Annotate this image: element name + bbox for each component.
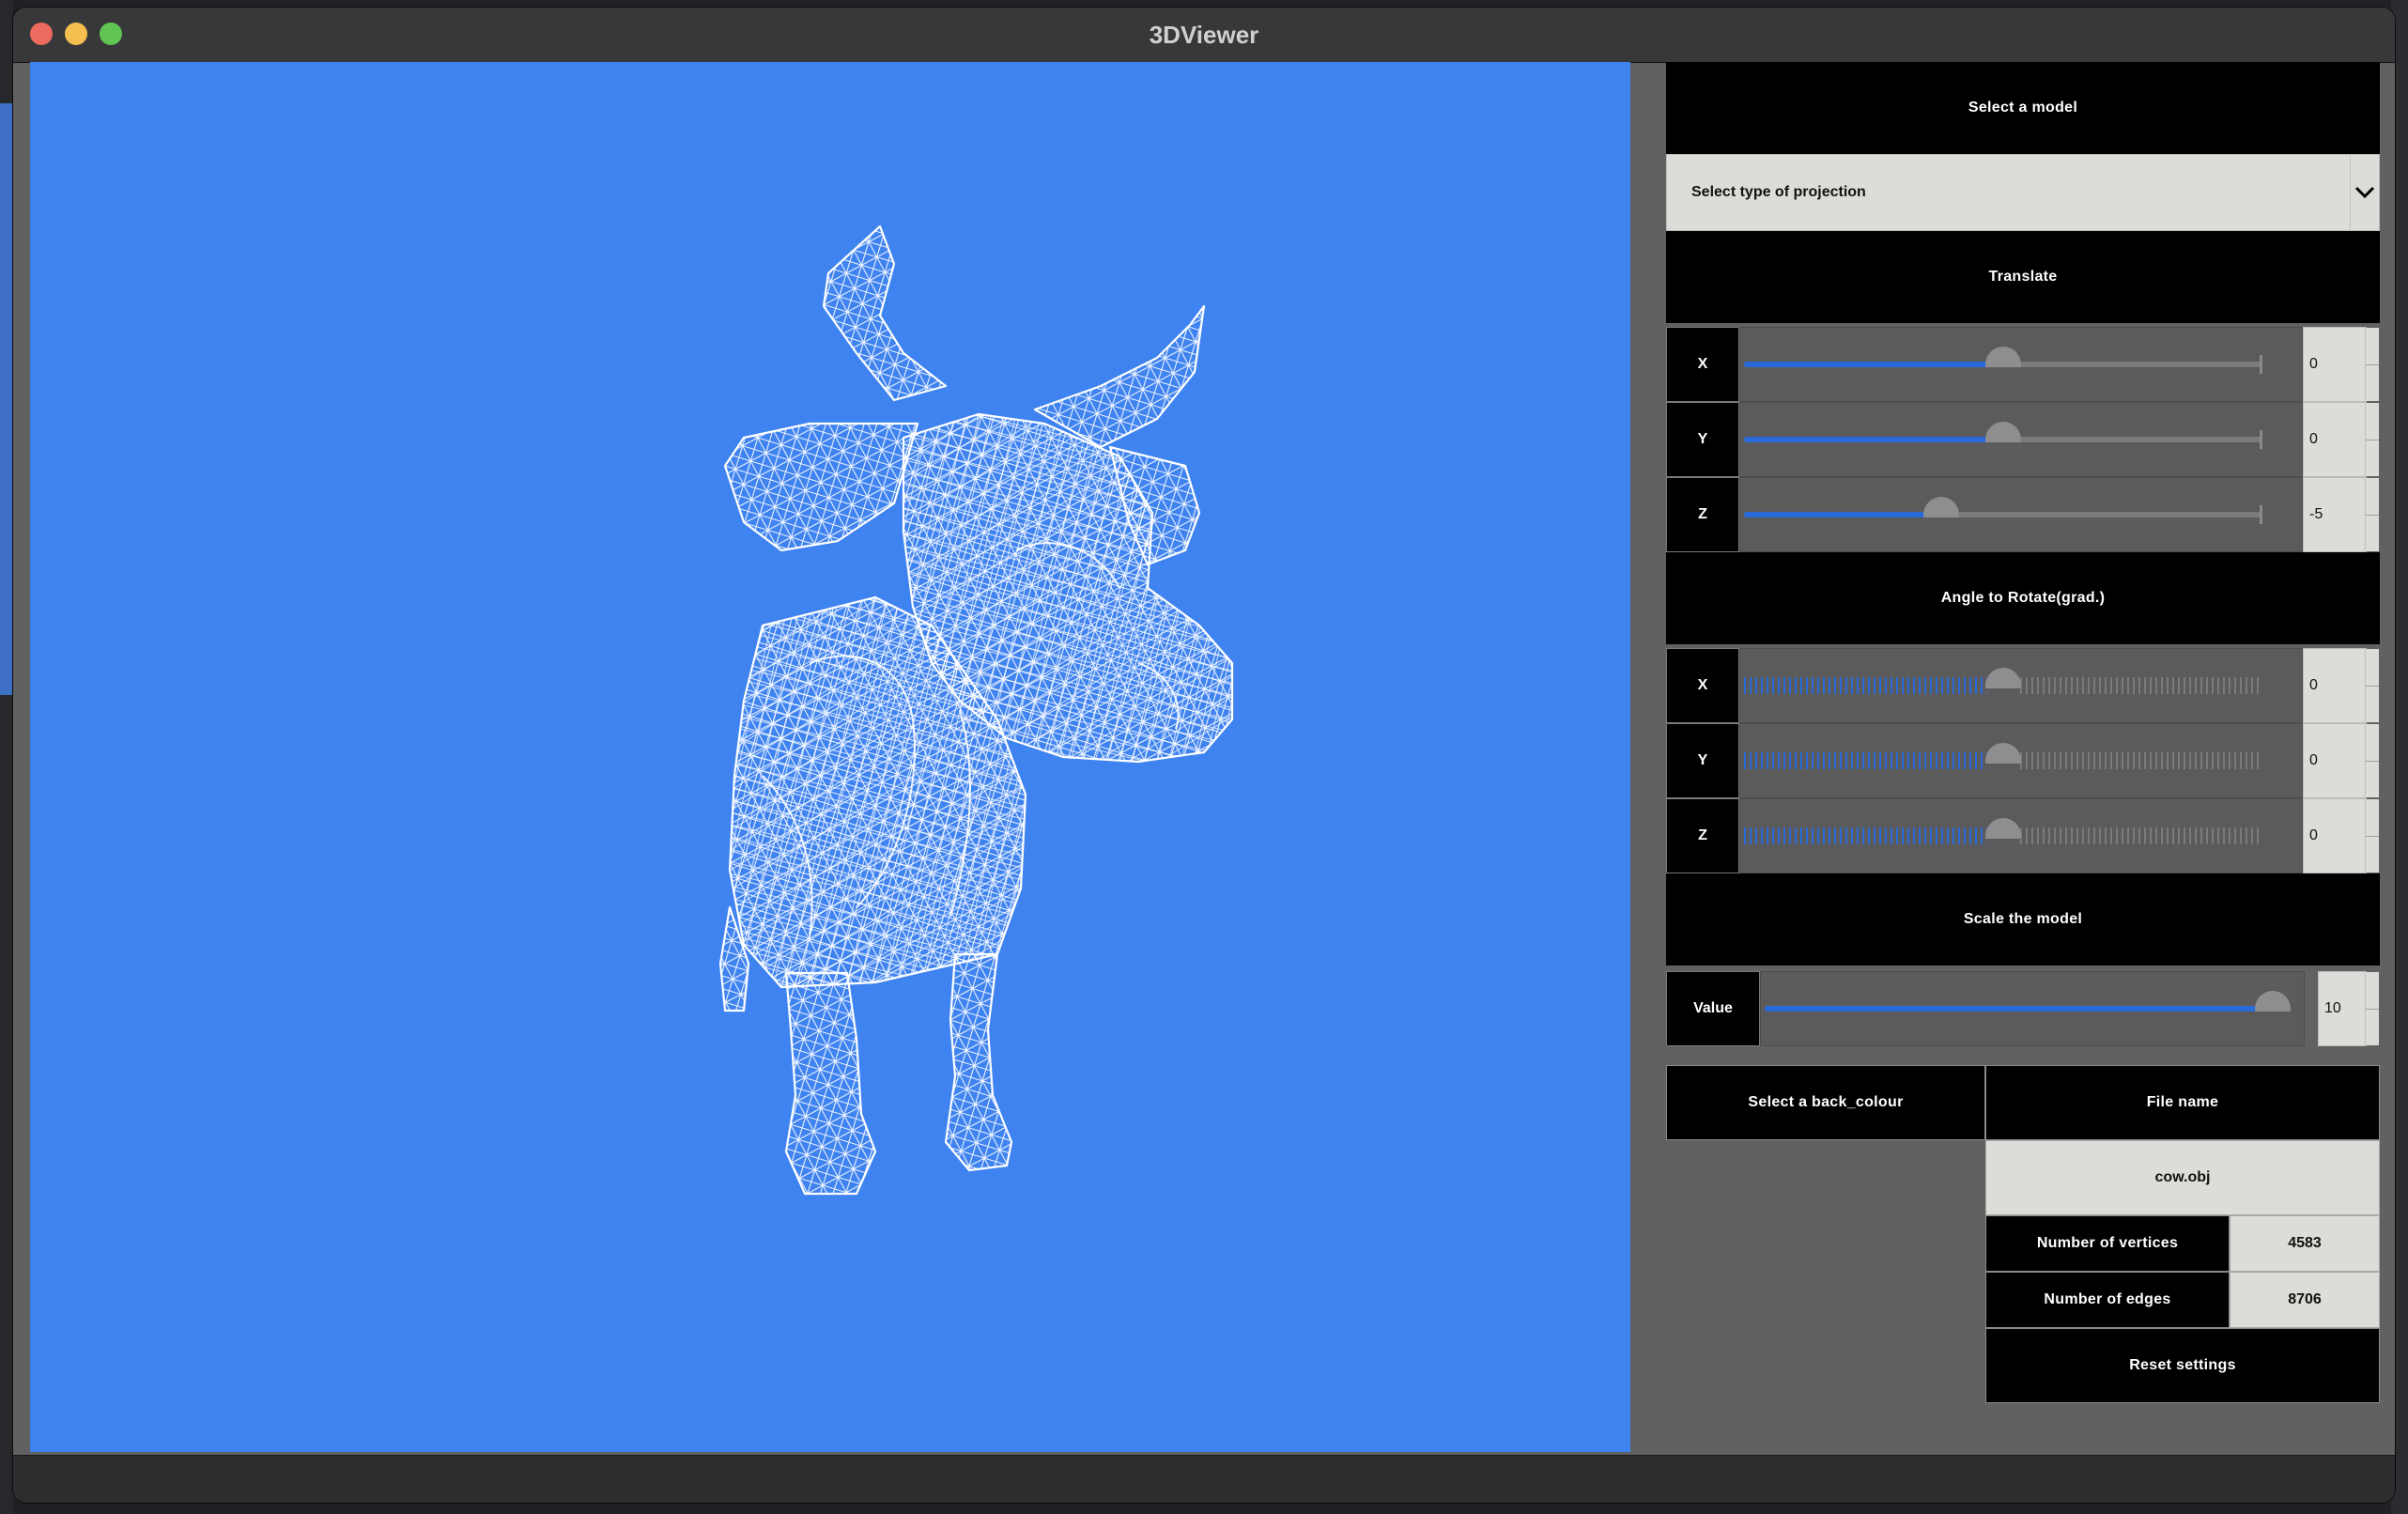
select-model-button[interactable]: Select a model [1666, 62, 2380, 154]
rotate-z-value-text: 0 [2309, 827, 2318, 843]
projection-select[interactable]: Select type of projection [1666, 154, 2380, 231]
translate-z-value-field[interactable]: -5 [2303, 477, 2379, 552]
rotate-z-slider-fill [1744, 827, 2003, 844]
translate-x-value-stepper[interactable] [2365, 328, 2379, 401]
rotate-z-slider[interactable] [1739, 798, 2303, 873]
rotate-y-value-text: 0 [2309, 752, 2318, 768]
cow-wireframe [718, 224, 1234, 1196]
reset-settings-button[interactable]: Reset settings [1985, 1328, 2380, 1403]
vertices-label: Number of vertices [1985, 1215, 2230, 1272]
scale-value-text: 10 [2324, 1000, 2341, 1016]
translate-x-slider[interactable] [1739, 327, 2303, 402]
rotate-x-slider-fill [1744, 677, 2003, 694]
translate-z-slider-end-tick [2260, 505, 2262, 524]
projection-select-label: Select type of projection [1691, 184, 1866, 200]
translate-x-slider-fill [1744, 362, 2003, 367]
rotate-z-value-field[interactable]: 0 [2303, 798, 2379, 873]
translate-x-slider-end-tick [2260, 355, 2262, 374]
rotate-z-label: Z [1666, 798, 1739, 873]
control-panel: Select a model Select type of projection… [1666, 62, 2395, 1452]
translate-y-value-text: 0 [2309, 431, 2318, 447]
edges-label: Number of edges [1985, 1272, 2230, 1328]
scale-value-field[interactable]: 10 [2318, 971, 2379, 1046]
title-bar[interactable]: 3DViewer [13, 8, 2395, 63]
rotate-y-value-field[interactable]: 0 [2303, 723, 2379, 798]
app-window: 3DViewer Select a model Select type of p… [13, 8, 2395, 1503]
rotate-y-slider-handle[interactable] [1985, 743, 2021, 779]
rotate-y-value-stepper[interactable] [2365, 724, 2379, 797]
rotate-y-label: Y [1666, 723, 1739, 798]
translate-z-value-stepper[interactable] [2365, 478, 2379, 551]
translate-header: Translate [1666, 231, 2380, 323]
rotate-x-slider-handle[interactable] [1985, 668, 2021, 703]
scale-slider-fill [1765, 1006, 2273, 1012]
select-back-colour-button[interactable]: Select a back_colour [1666, 1065, 1985, 1140]
scale-slider-track [1765, 1006, 2283, 1012]
translate-y-slider-end-tick [2260, 430, 2262, 449]
translate-y-value-stepper[interactable] [2365, 403, 2379, 476]
rotate-y-slider-fill [1744, 752, 2003, 769]
file-name-value: cow.obj [1985, 1140, 2380, 1215]
translate-x-slider-handle[interactable] [1985, 347, 2021, 382]
rotate-x-slider[interactable] [1739, 648, 2303, 723]
scale-slider[interactable] [1760, 971, 2305, 1046]
rotate-x-value-text: 0 [2309, 677, 2318, 693]
translate-y-label: Y [1666, 402, 1739, 477]
translate-y-slider-handle[interactable] [1985, 422, 2021, 457]
translate-x-value-text: 0 [2309, 356, 2318, 372]
scale-value-stepper[interactable] [2365, 972, 2379, 1045]
chevron-down-icon [2350, 155, 2379, 230]
translate-x-value-field[interactable]: 0 [2303, 327, 2379, 402]
window-title: 3DViewer [1149, 21, 1259, 49]
translate-x-label: X [1666, 327, 1739, 402]
desktop-window-sliver [0, 103, 13, 695]
translate-z-slider[interactable] [1739, 477, 2303, 552]
translate-z-label: Z [1666, 477, 1739, 552]
scale-header: Scale the model [1666, 873, 2380, 966]
translate-z-slider-handle[interactable] [1922, 497, 1959, 533]
model-viewport[interactable] [30, 62, 1630, 1452]
rotate-z-slider-handle[interactable] [1985, 818, 2021, 854]
translate-z-value-text: -5 [2309, 506, 2323, 522]
rotate-header: Angle to Rotate(grad.) [1666, 552, 2380, 644]
translate-z-slider-track [1744, 505, 2262, 524]
status-bar [13, 1455, 2395, 1503]
rotate-x-label: X [1666, 648, 1739, 723]
rotate-z-value-stepper[interactable] [2365, 799, 2379, 873]
scale-slider-handle[interactable] [2254, 991, 2291, 1027]
translate-z-slider-fill [1744, 512, 1941, 518]
rotate-x-value-stepper[interactable] [2365, 649, 2379, 722]
rotate-y-slider[interactable] [1739, 723, 2303, 798]
scale-value-label: Value [1666, 971, 1760, 1046]
translate-y-slider[interactable] [1739, 402, 2303, 477]
translate-y-slider-fill [1744, 437, 2003, 442]
file-name-header: File name [1985, 1065, 2380, 1140]
translate-y-value-field[interactable]: 0 [2303, 402, 2379, 477]
vertices-count: 4583 [2230, 1215, 2380, 1272]
edges-count: 8706 [2230, 1272, 2380, 1328]
rotate-x-value-field[interactable]: 0 [2303, 648, 2379, 723]
